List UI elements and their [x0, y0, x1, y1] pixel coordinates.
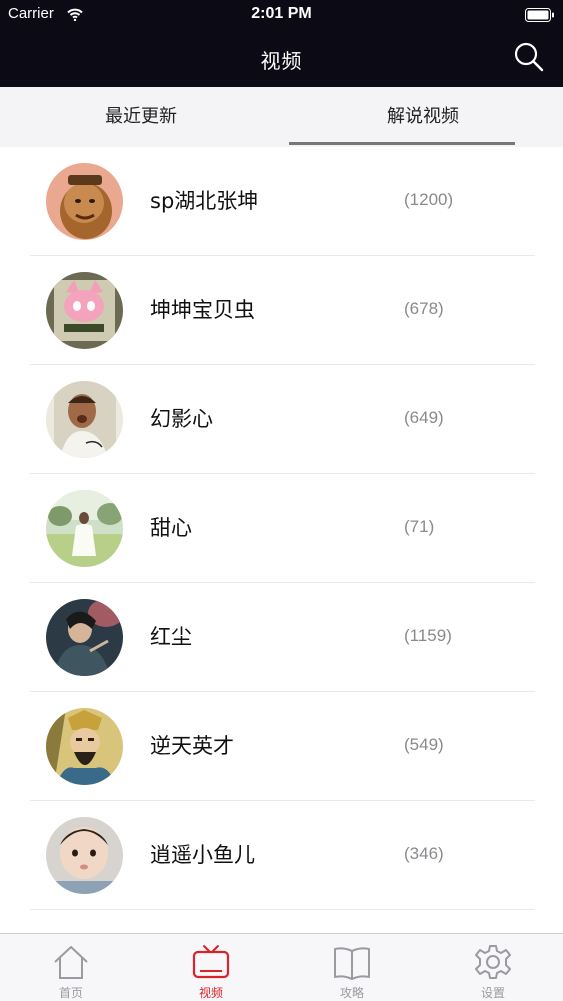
tabbar-item-guides[interactable]: 攻略 [282, 934, 422, 1001]
segment-tabs: 最近更新 解说视频 [0, 87, 563, 147]
list-item-count: (549) [404, 735, 444, 754]
list-item-name: 逆天英才 [150, 734, 234, 758]
bottom-tab-bar: 首页 视频 攻略 设置 [0, 933, 563, 1001]
list-item-count: (346) [404, 844, 444, 863]
list-item-name: 红尘 [150, 625, 192, 649]
status-bar: Carrier 2:01 PM [0, 0, 563, 28]
avatar [46, 490, 123, 567]
tab-recent-updates[interactable]: 最近更新 [0, 87, 282, 147]
avatar [46, 272, 123, 349]
avatar [46, 599, 123, 676]
list-item-name: 幻影心 [150, 407, 213, 431]
list-item-name: sp湖北张坤 [150, 189, 259, 213]
avatar [46, 708, 123, 785]
gear-icon [475, 945, 511, 979]
list-item-count: (1159) [404, 626, 452, 645]
list-item-count: (1200) [404, 190, 454, 209]
tabbar-item-video[interactable]: 视频 [141, 934, 281, 1001]
tabbar-label: 视频 [198, 986, 223, 1000]
tabbar-label: 设置 [480, 986, 505, 1000]
tabbar-label: 攻略 [339, 986, 364, 1000]
tabbar-item-home[interactable]: 首页 [1, 934, 141, 1001]
status-time: 2:01 PM [251, 5, 312, 22]
book-icon [334, 947, 370, 980]
list-item-count: (678) [404, 299, 444, 318]
list-item[interactable]: 甜心 (71) [0, 474, 563, 583]
list-item[interactable]: sp湖北张坤 (1200) [0, 147, 563, 256]
avatar [46, 163, 123, 240]
list-item[interactable]: 逆天英才 (549) [0, 692, 563, 801]
tab-selected-indicator [289, 142, 515, 145]
list-item-name: 甜心 [150, 516, 192, 540]
tab-commentary-videos[interactable]: 解说视频 [282, 87, 563, 147]
list-item-count: (71) [404, 517, 435, 536]
search-button[interactable] [511, 39, 547, 75]
tabbar-item-settings[interactable]: 设置 [423, 934, 563, 1001]
divider [30, 909, 535, 910]
list-item-name: 坤坤宝贝虫 [150, 298, 255, 322]
home-icon [54, 946, 88, 979]
page-title: 视频 [260, 49, 303, 73]
list-item-name: 逍遥小鱼儿 [150, 843, 255, 867]
tv-icon [192, 945, 230, 979]
tabbar-label: 首页 [58, 986, 83, 1000]
list-item[interactable]: 逍遥小鱼儿 (346) [0, 801, 563, 910]
list-item[interactable]: 红尘 (1159) [0, 583, 563, 692]
list-item[interactable]: 坤坤宝贝虫 (678) [0, 256, 563, 365]
list-item-count: (649) [404, 408, 444, 427]
commentator-list: sp湖北张坤 (1200) 坤坤宝贝虫 (678) 幻影心 (649) 甜心 (… [0, 147, 563, 933]
list-item[interactable]: 幻影心 (649) [0, 365, 563, 474]
avatar [46, 817, 123, 894]
search-icon [514, 42, 544, 72]
avatar [46, 381, 123, 458]
battery-icon [525, 7, 555, 26]
navigation-bar: 视频 [0, 28, 563, 87]
